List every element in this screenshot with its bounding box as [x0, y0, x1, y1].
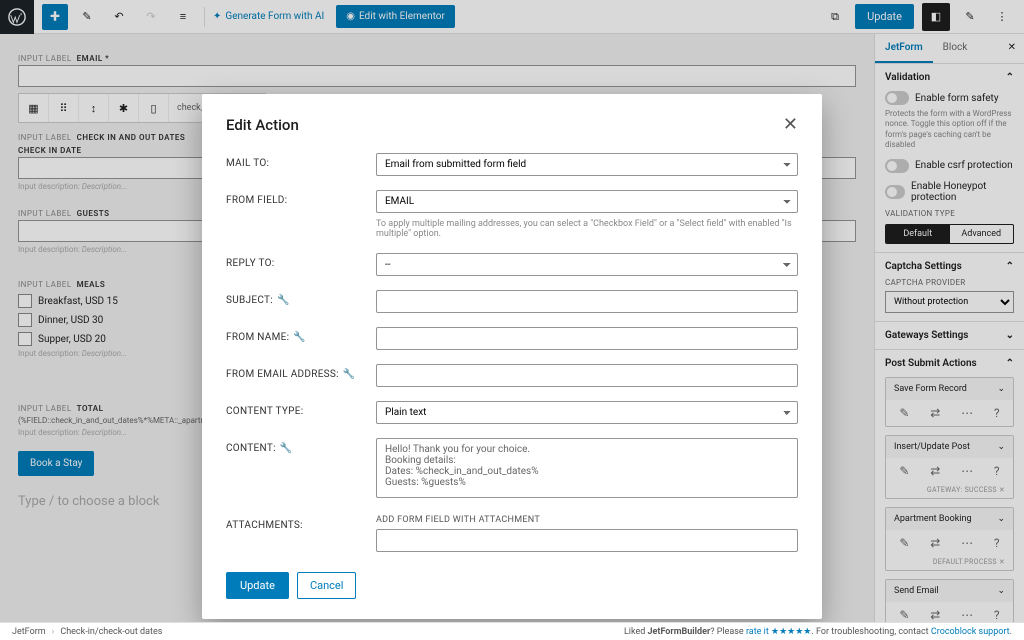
from-name-input[interactable]: [376, 327, 798, 350]
edit-action-modal: Edit Action ✕ MAIL TO:Email from submitt…: [202, 94, 822, 619]
modal-title: Edit Action: [226, 116, 299, 134]
content-type-select[interactable]: Plain text: [376, 401, 798, 424]
wrench-icon[interactable]: 🔧: [293, 332, 306, 343]
wrench-icon[interactable]: 🔧: [277, 295, 290, 306]
content-type-label: CONTENT TYPE:: [226, 401, 376, 417]
subject-label: SUBJECT:🔧: [226, 290, 376, 306]
attachments-input[interactable]: [376, 529, 798, 552]
breadcrumb[interactable]: Check-in/check-out dates: [60, 627, 162, 637]
subject-input[interactable]: [376, 290, 798, 313]
content-textarea[interactable]: [376, 438, 798, 498]
mail-to-select[interactable]: Email from submitted form field: [376, 153, 798, 176]
wrench-icon[interactable]: 🔧: [343, 369, 356, 380]
attachments-sublabel: ADD FORM FIELD WITH ATTACHMENT: [376, 515, 798, 525]
breadcrumb[interactable]: JetForm: [12, 627, 46, 637]
reply-to-select[interactable]: --: [376, 253, 798, 276]
from-field-hint: To apply multiple mailing addresses, you…: [376, 219, 798, 239]
modal-cancel-button[interactable]: Cancel: [297, 572, 356, 599]
attachments-label: ATTACHMENTS:: [226, 515, 376, 531]
modal-update-button[interactable]: Update: [226, 572, 289, 599]
reply-to-label: REPLY TO:: [226, 253, 376, 269]
breadcrumb-bar: JetForm › Check-in/check-out dates Liked…: [0, 622, 1024, 640]
support-link[interactable]: Crocoblock support: [931, 627, 1010, 637]
from-name-label: FROM NAME:🔧: [226, 327, 376, 343]
breadcrumb-separator-icon: ›: [52, 627, 55, 637]
from-email-input[interactable]: [376, 364, 798, 387]
from-field-select[interactable]: EMAIL: [376, 190, 798, 213]
from-email-label: FROM EMAIL ADDRESS:🔧: [226, 364, 376, 380]
rate-link[interactable]: rate it ★★★★★: [746, 627, 811, 637]
footer-promo: Liked JetFormBuilder? Please rate it ★★★…: [624, 627, 1012, 637]
wrench-icon[interactable]: 🔧: [280, 443, 293, 454]
modal-close-icon[interactable]: ✕: [783, 114, 798, 135]
mail-to-label: MAIL TO:: [226, 153, 376, 169]
from-field-label: FROM FIELD:: [226, 190, 376, 206]
content-label: CONTENT:🔧: [226, 438, 376, 454]
